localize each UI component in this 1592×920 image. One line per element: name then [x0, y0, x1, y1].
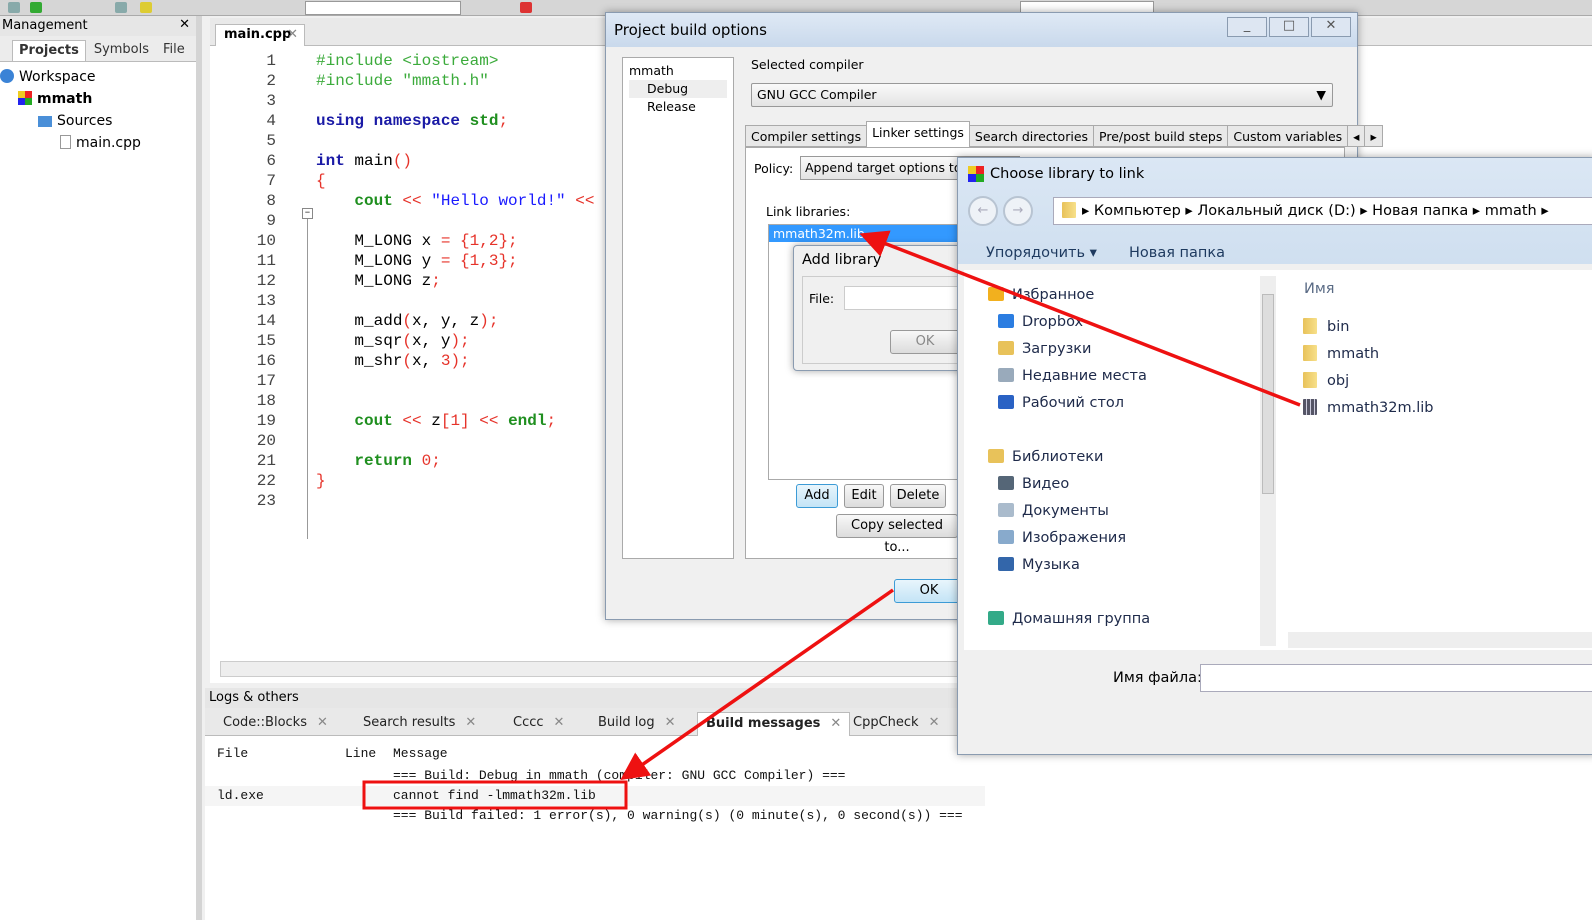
annotation-arrow — [620, 588, 895, 781]
annotation-layer — [362, 230, 1301, 810]
annotation-highlight-box — [362, 780, 628, 810]
annotation-arrow — [859, 230, 1301, 407]
